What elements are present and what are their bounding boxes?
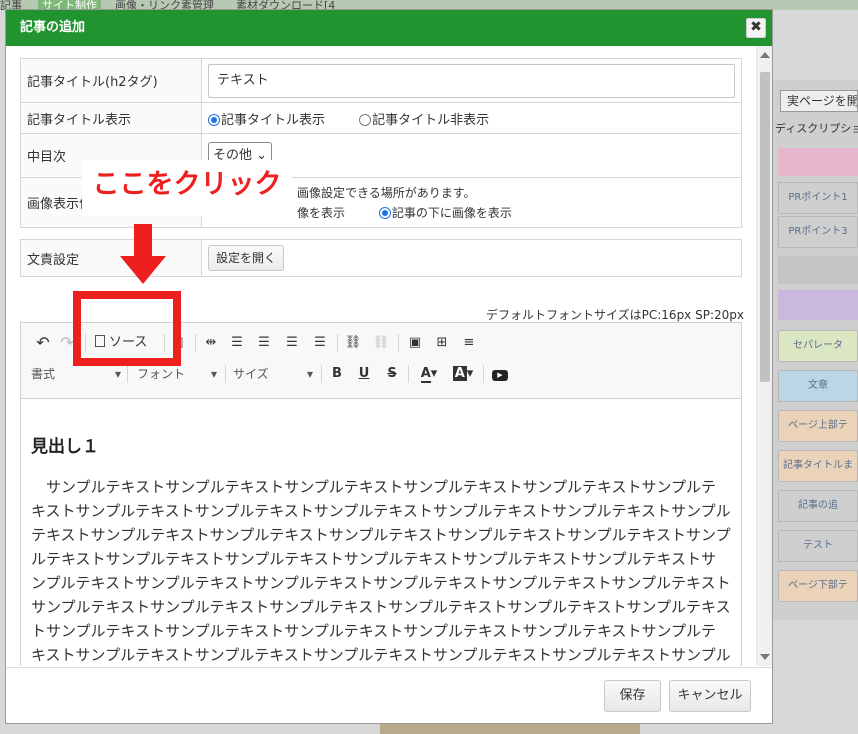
editor-content[interactable]: 見出し１ サンプルテキストサンプルテキストサンプルテキストサンプルテキストサンプ…: [21, 400, 741, 666]
annotation-label: ここをクリック: [82, 160, 292, 216]
horizontal-rule-icon[interactable]: ≡: [459, 333, 479, 353]
open-settings-button[interactable]: 設定を開く: [208, 245, 285, 271]
table-icon[interactable]: ⊞: [432, 333, 452, 353]
image-option-partial[interactable]: 像を表示: [297, 206, 345, 220]
size-dropdown[interactable]: サイズ ▾: [233, 364, 313, 384]
cancel-button[interactable]: キャンセル: [669, 680, 751, 712]
save-button[interactable]: 保存: [604, 680, 661, 712]
bg-side-item: ページ下部テ: [778, 570, 858, 602]
bg-side-item: PRポイント3: [778, 216, 858, 248]
bold-icon[interactable]: B: [328, 364, 346, 384]
annotation-highlight-box: [73, 291, 181, 366]
bg-strip: [778, 148, 858, 176]
link-icon[interactable]: ⛓: [343, 333, 363, 353]
bg-side-item: テスト: [778, 530, 858, 562]
default-font-note: デフォルトフォントサイズはPC:16px SP:20px: [486, 308, 744, 322]
radio-icon: [359, 113, 372, 126]
bg-side-item: 記事タイトルま: [778, 450, 858, 482]
toolbar-separator: [408, 365, 409, 383]
dialog-scrollbar[interactable]: [756, 46, 772, 666]
article-title-label: 記事タイトル(h2タグ): [20, 58, 202, 103]
youtube-icon[interactable]: ▶: [491, 364, 509, 384]
toolbar-separator: [398, 334, 399, 352]
radio-image-below[interactable]: 記事の下に画像を表示: [378, 205, 512, 220]
rich-text-editor: ↶ ↷ ソース ▯ ⇹ ☰ ☰ ☰ ☰ ⛓ ⛓ ▣ ⊞ ≡ 書式 ▾ フォント …: [20, 322, 742, 666]
background-color-icon[interactable]: A ▾: [449, 364, 477, 384]
bg-side-item: 文章: [778, 370, 858, 402]
toolbar-separator: [127, 365, 128, 383]
format-dropdown[interactable]: 書式 ▾: [31, 364, 121, 384]
content-paragraph: サンプルテキストサンプルテキストサンプルテキストサンプルテキストサンプルテキスト…: [31, 478, 731, 664]
undo-icon[interactable]: ↶: [33, 333, 53, 353]
dialog-footer: 保存 キャンセル: [6, 667, 772, 723]
scroll-thumb[interactable]: [760, 72, 770, 382]
image-icon[interactable]: ▣: [405, 333, 425, 353]
text-color-icon[interactable]: A▾: [415, 364, 443, 384]
title-display-label: 記事タイトル表示: [20, 102, 202, 134]
bg-real-page-button: 実ページを開: [780, 90, 858, 112]
format-dropdown-label: 書式: [31, 367, 56, 381]
size-dropdown-label: サイズ: [233, 367, 269, 381]
bg-side-item: PRポイント1: [778, 182, 858, 214]
bg-description-label: ディスクリプション: [775, 122, 858, 135]
align-center-icon[interactable]: ☰: [254, 333, 274, 353]
bg-side-item: セパレータ: [778, 330, 858, 362]
dropdown-arrow-icon: ▾: [210, 367, 217, 381]
bg-strip: [778, 256, 858, 284]
toolbar-separator: [483, 365, 484, 383]
dropdown-arrow-icon: ▾: [114, 367, 121, 381]
dialog-title: 記事の追加: [20, 20, 86, 35]
add-article-dialog: 記事の追加 ✖ 記事タイトル(h2タグ) テキスト 記事タイトル表示 記事タイト…: [5, 9, 773, 724]
close-icon: ✖: [750, 19, 762, 35]
radio-selected-icon: [378, 206, 391, 219]
scroll-up-icon[interactable]: [760, 52, 770, 58]
dropdown-arrow-icon: ▾: [306, 367, 313, 381]
image-note: 画像設定できる場所があります。: [297, 185, 476, 200]
outdent-icon[interactable]: ⇹: [201, 333, 221, 353]
font-dropdown-label: フォント: [137, 367, 186, 381]
align-left-icon[interactable]: ☰: [227, 333, 247, 353]
radio-selected-icon: [208, 113, 220, 126]
toolbar-separator: [195, 334, 196, 352]
annotation-arrow-icon: [120, 224, 166, 284]
radio-title-show-label: 記事タイトル表示: [221, 112, 326, 128]
toolbar-separator: [321, 365, 322, 383]
bg-side-item: ページ上部テ: [778, 410, 858, 442]
unlink-icon[interactable]: ⛓: [371, 333, 391, 353]
scroll-down-icon[interactable]: [760, 654, 770, 660]
font-dropdown[interactable]: フォント ▾: [137, 364, 217, 384]
paragraph-settings-label: 文責設定: [20, 239, 202, 277]
close-button[interactable]: ✖: [746, 18, 766, 38]
radio-title-hide-label: 記事タイトル非表示: [372, 112, 490, 128]
radio-title-show[interactable]: 記事タイトル表示: [208, 113, 325, 128]
bg-strip: [778, 290, 858, 320]
align-right-icon[interactable]: ☰: [282, 333, 302, 353]
dialog-header: 記事の追加 ✖: [6, 10, 772, 46]
radio-title-hide[interactable]: 記事タイトル非表示: [359, 113, 489, 128]
toolbar-separator: [225, 365, 226, 383]
image-option-below-label: 記事の下に画像を表示: [391, 205, 512, 220]
article-title-input[interactable]: テキスト: [208, 63, 735, 98]
justify-icon[interactable]: ☰: [310, 333, 330, 353]
toolbar-separator: [337, 334, 338, 352]
bg-side-item: 記事の追: [778, 490, 858, 522]
strikethrough-icon[interactable]: S: [383, 364, 401, 384]
underline-icon[interactable]: U: [355, 364, 373, 384]
image-option-partial-label: 像を表示: [297, 205, 346, 220]
content-heading: 見出し１: [31, 437, 99, 457]
